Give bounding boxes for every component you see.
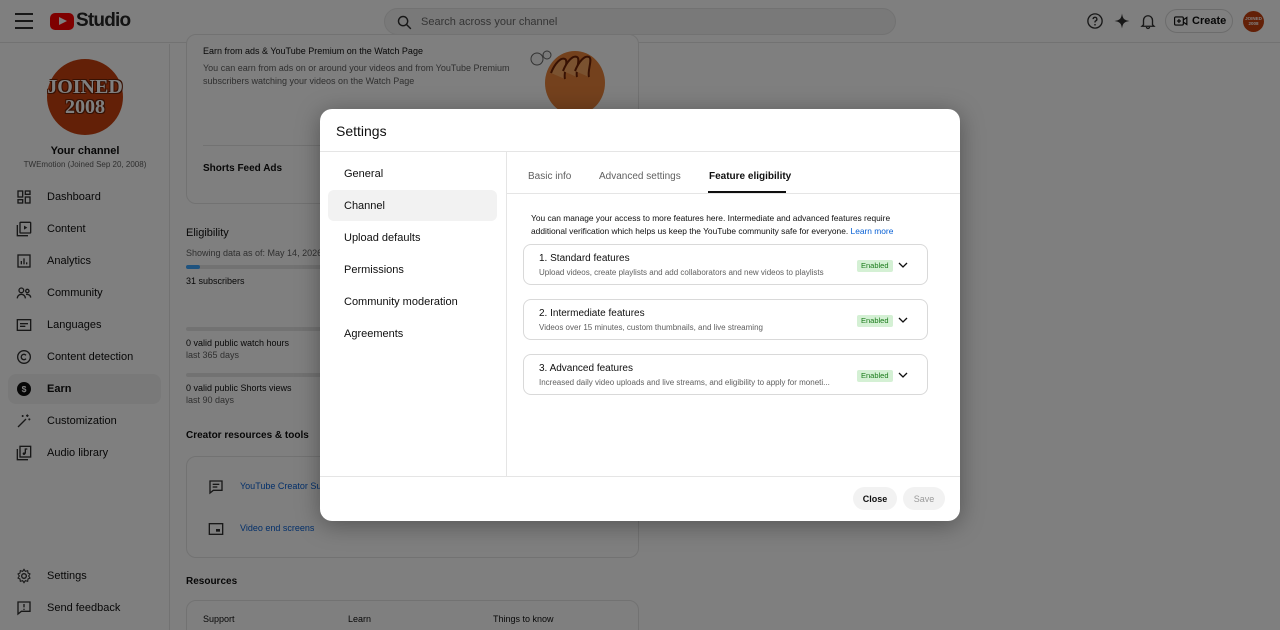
status-badge: Enabled <box>857 260 893 272</box>
feature-title: 2. Intermediate features <box>539 308 645 319</box>
chevron-down-icon[interactable] <box>897 314 909 326</box>
tab-advanced-settings[interactable]: Advanced settings <box>599 171 681 182</box>
settings-nav-agreements[interactable]: Agreements <box>328 318 497 349</box>
status-badge: Enabled <box>857 370 893 382</box>
feature-title: 3. Advanced features <box>539 363 633 374</box>
settings-nav-general[interactable]: General <box>328 158 497 189</box>
dialog-title: Settings <box>336 123 387 139</box>
feature-title: 1. Standard features <box>539 253 630 264</box>
dialog-divider-top <box>320 151 960 152</box>
close-button[interactable]: Close <box>853 487 897 510</box>
settings-dialog: Settings General Channel Upload defaults… <box>320 109 960 521</box>
feature-intro: You can manage your access to more featu… <box>531 212 921 238</box>
feature-desc: Upload videos, create playlists and add … <box>539 268 824 277</box>
settings-nav-permissions[interactable]: Permissions <box>328 254 497 285</box>
feature-standard[interactable]: 1. Standard features Upload videos, crea… <box>523 244 928 285</box>
learn-more-link[interactable]: Learn more <box>851 226 894 236</box>
tabs-divider <box>507 193 960 194</box>
tab-feature-eligibility[interactable]: Feature eligibility <box>709 171 791 182</box>
status-badge: Enabled <box>857 315 893 327</box>
feature-intermediate[interactable]: 2. Intermediate features Videos over 15 … <box>523 299 928 340</box>
feature-desc: Increased daily video uploads and live s… <box>539 378 830 387</box>
feature-advanced[interactable]: 3. Advanced features Increased daily vid… <box>523 354 928 395</box>
feature-desc: Videos over 15 minutes, custom thumbnail… <box>539 323 763 332</box>
chevron-down-icon[interactable] <box>897 259 909 271</box>
settings-nav-upload-defaults[interactable]: Upload defaults <box>328 222 497 253</box>
dialog-divider-vertical <box>506 152 507 476</box>
tab-basic-info[interactable]: Basic info <box>528 171 571 182</box>
feature-intro-text: You can manage your access to more featu… <box>531 213 891 236</box>
dialog-divider-bottom <box>320 476 960 477</box>
chevron-down-icon[interactable] <box>897 369 909 381</box>
save-button[interactable]: Save <box>903 487 945 510</box>
settings-nav-channel[interactable]: Channel <box>328 190 497 221</box>
settings-nav-community-moderation[interactable]: Community moderation <box>328 286 497 317</box>
